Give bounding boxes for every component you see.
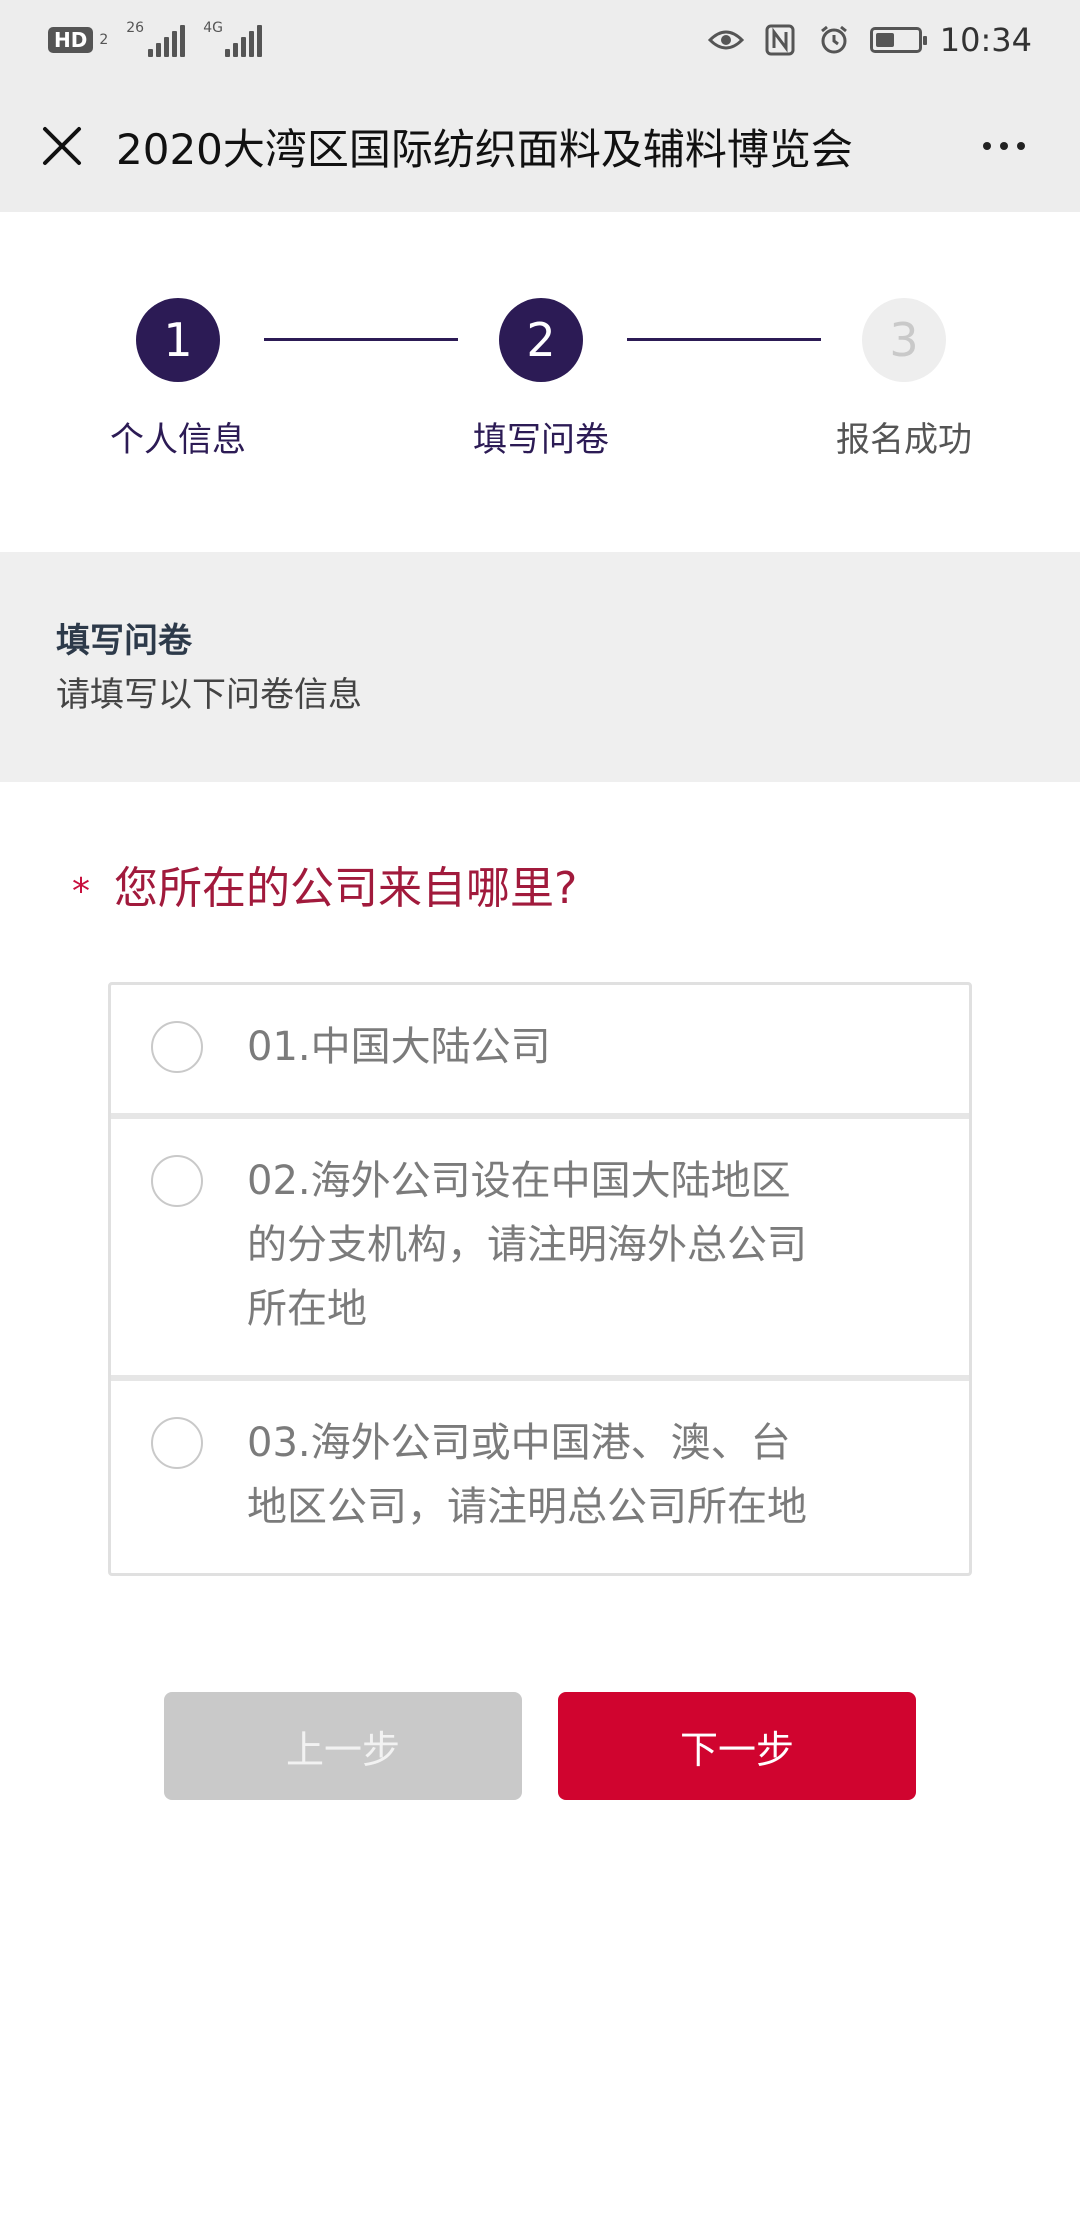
questionnaire-intro: 填写问卷 请填写以下问卷信息	[0, 552, 1080, 782]
intro-title: 填写问卷	[56, 621, 192, 661]
option-text: 01.中国大陆公司	[247, 1015, 551, 1079]
status-bar: HD 2 26 4G 10:34	[0, 0, 1080, 80]
required-mark: *	[72, 870, 90, 912]
radio-icon[interactable]	[151, 1417, 203, 1469]
hd-badge: HD	[48, 27, 94, 53]
radio-icon[interactable]	[151, 1155, 203, 1207]
option-line: 03.海外公司或中国港、澳、台	[247, 1420, 791, 1466]
option-item-3[interactable]: 03.海外公司或中国港、澳、台 地区公司，请注明总公司所在地	[111, 1381, 969, 1573]
option-line: 地区公司，请注明总公司所在地	[247, 1484, 807, 1530]
step-2-circle: 2	[499, 298, 583, 382]
option-text: 02.海外公司设在中国大陆地区 的分支机构，请注明海外总公司 所在地	[247, 1149, 807, 1341]
option-line: 02.海外公司设在中国大陆地区	[247, 1158, 791, 1204]
step-3-label: 报名成功	[836, 420, 972, 460]
status-bar-right: 10:34	[707, 21, 1032, 59]
option-line: 01.中国大陆公司	[247, 1024, 551, 1070]
signal-icon-sim1: 26	[126, 20, 186, 57]
battery-icon	[869, 27, 927, 53]
battery-fill	[875, 33, 894, 47]
step-connector-1	[264, 338, 458, 341]
step-connector-2	[627, 338, 821, 341]
option-text: 03.海外公司或中国港、澳、台 地区公司，请注明总公司所在地	[247, 1411, 807, 1539]
nfc-icon	[762, 22, 798, 58]
question-heading: * 您所在的公司来自哪里?	[72, 852, 577, 916]
intro-subtitle: 请填写以下问卷信息	[56, 675, 362, 715]
alarm-icon	[816, 22, 852, 58]
status-bar-left: HD 2 26 4G	[48, 20, 263, 57]
step-progress: 1 2 3 个人信息 填写问卷 报名成功	[0, 212, 1080, 552]
sim2-label: 4G	[203, 20, 224, 36]
hd-sub-label: 2	[99, 32, 109, 48]
option-line: 所在地	[247, 1286, 367, 1332]
close-icon[interactable]	[36, 120, 88, 172]
step-1-circle: 1	[136, 298, 220, 382]
step-1-label: 个人信息	[110, 420, 246, 460]
prev-step-button[interactable]: 上一步	[164, 1692, 522, 1800]
eye-icon	[707, 22, 744, 58]
status-time: 10:34	[939, 21, 1032, 59]
more-dots-icon[interactable]	[964, 120, 1044, 172]
step-2-label: 填写问卷	[473, 420, 609, 460]
option-line: 的分支机构，请注明海外总公司	[247, 1222, 807, 1268]
page-title: 2020大湾区国际纺织面料及辅料博览会	[116, 124, 853, 174]
sim1-label: 26	[126, 20, 145, 36]
nav-bar: 2020大湾区国际纺织面料及辅料博览会	[0, 80, 1080, 212]
option-list: 01.中国大陆公司 02.海外公司设在中国大陆地区 的分支机构，请注明海外总公司…	[108, 982, 972, 1576]
step-3-circle: 3	[862, 298, 946, 382]
option-item-1[interactable]: 01.中国大陆公司	[111, 985, 969, 1119]
option-item-2[interactable]: 02.海外公司设在中国大陆地区 的分支机构，请注明海外总公司 所在地	[111, 1119, 969, 1381]
question-text: 您所在的公司来自哪里?	[114, 863, 578, 914]
next-step-button[interactable]: 下一步	[558, 1692, 916, 1800]
radio-icon[interactable]	[151, 1021, 203, 1073]
signal-icon-sim2: 4G	[203, 20, 263, 57]
